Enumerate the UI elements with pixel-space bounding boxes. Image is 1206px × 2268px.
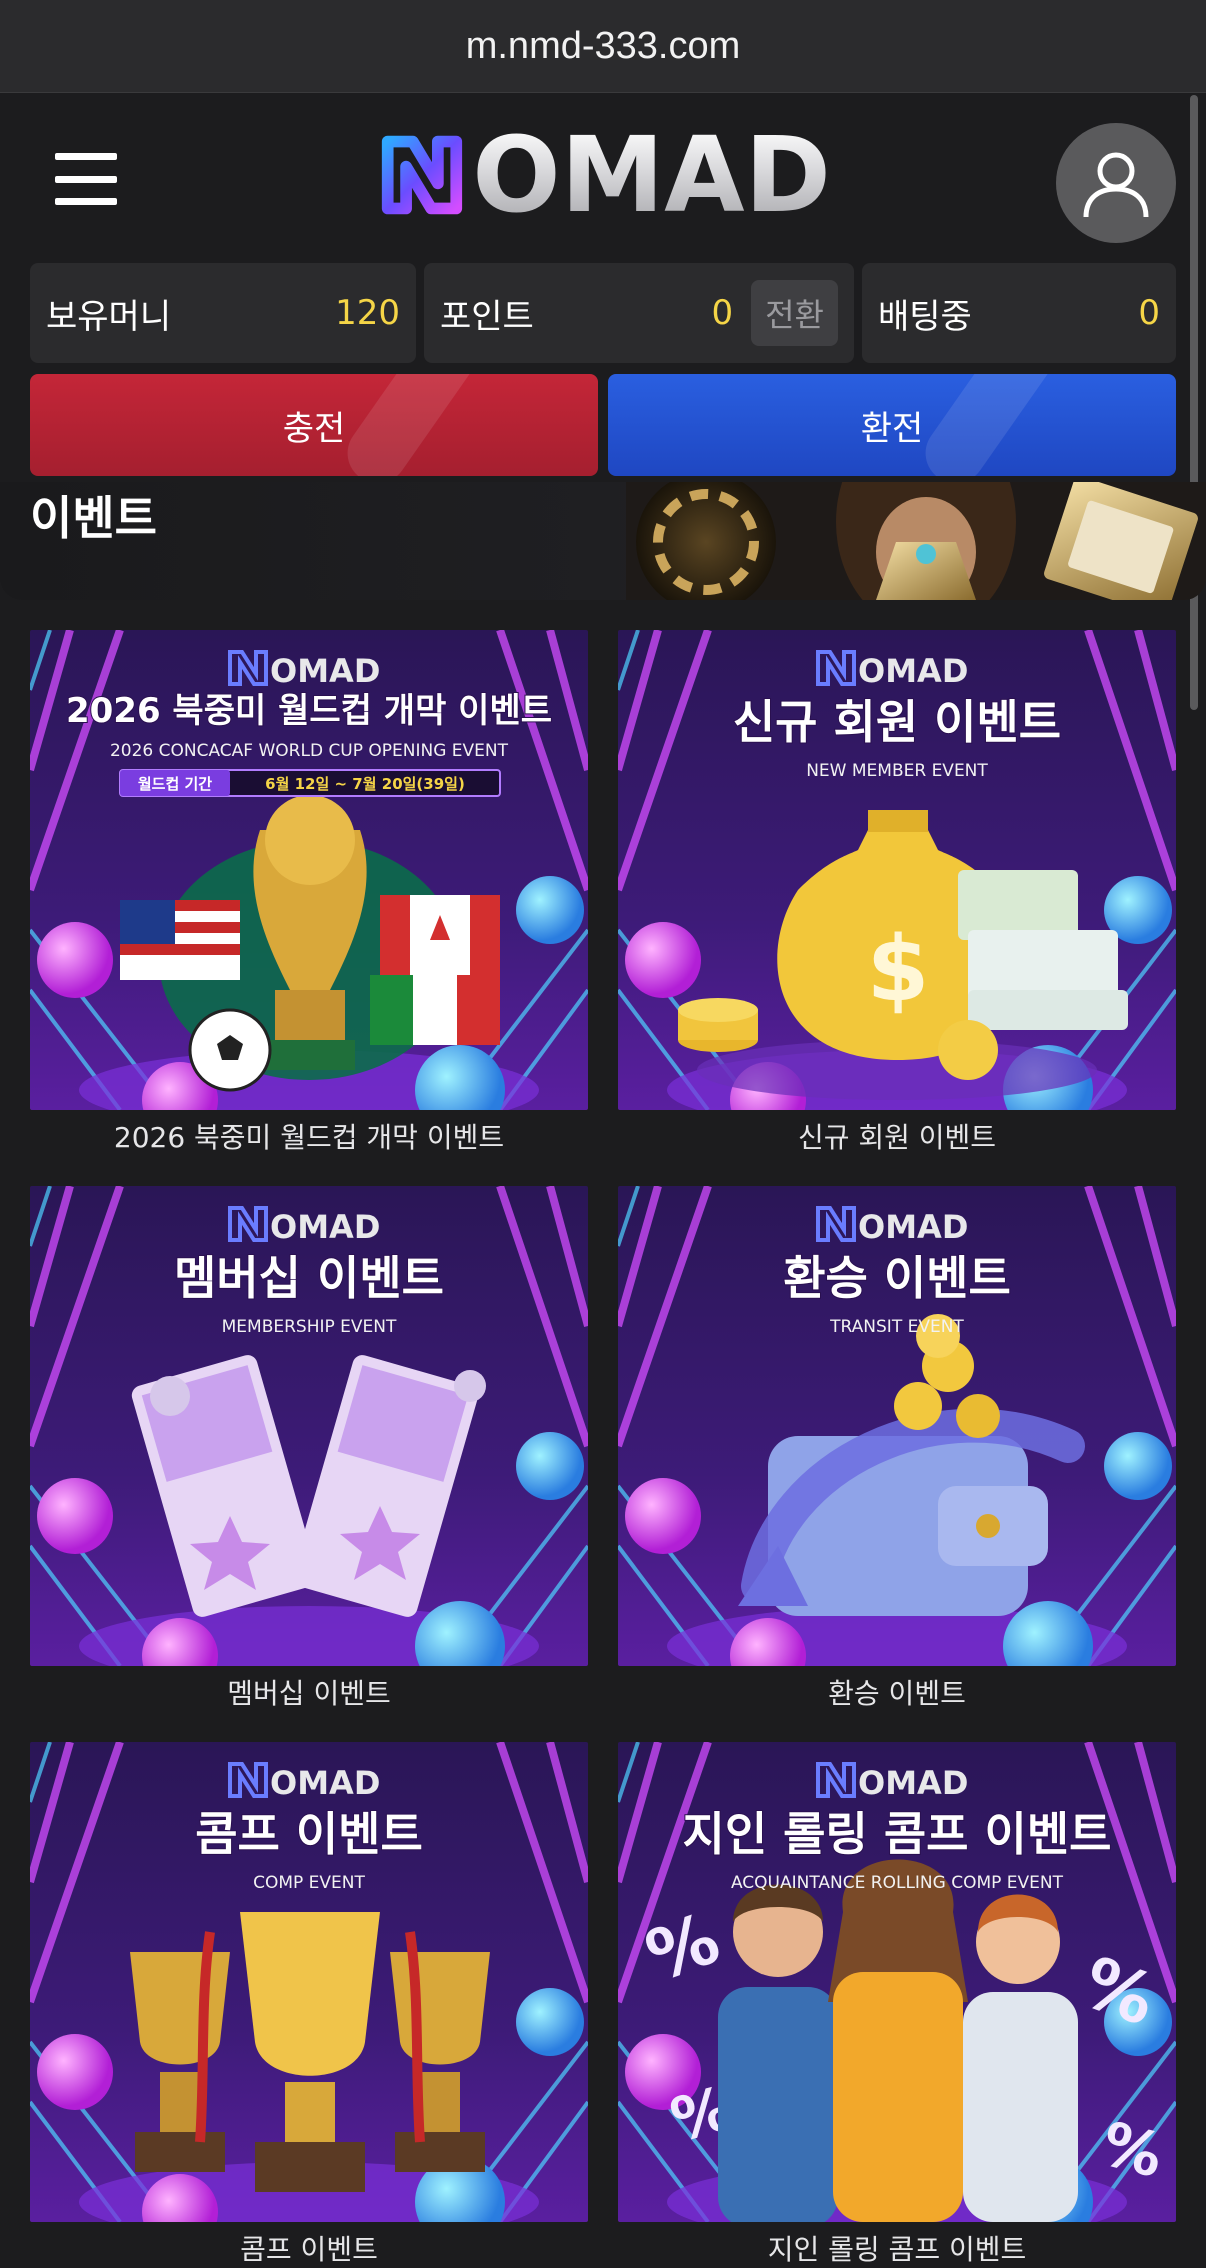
deposit-label: 충전: [282, 408, 346, 449]
event-banner-image[interactable]: OMAD 2026 북중미 월드컵 개막 이벤트 2026 CONCACAF W…: [30, 630, 588, 1110]
event-title: 환승 이벤트: [783, 1251, 1011, 1305]
event-subtitle: COMP EVENT: [253, 1873, 365, 1893]
event-period: 6월 12일 ~ 7월 20일(39일): [265, 775, 465, 793]
banner-casino-art: [626, 482, 1206, 600]
event-subtitle: MEMBERSHIP EVENT: [222, 1317, 397, 1337]
event-title: 2026 북중미 월드컵 개막 이벤트: [66, 691, 552, 731]
event-caption[interactable]: 지인 롤링 콤프 이벤트: [618, 2228, 1176, 2268]
logo-text: OMAD: [472, 114, 831, 236]
event-card[interactable]: $ OMAD 신규 회원 이벤트 NEW MEMBER EVENT 신규 회원 …: [618, 630, 1176, 1156]
wallet-actions: 충전 환전: [30, 374, 1176, 476]
event-subtitle: TRANSIT EVENT: [829, 1317, 964, 1337]
point-label: 포인트: [440, 296, 534, 337]
betting-value: 0: [1138, 293, 1160, 333]
point-value: 0: [711, 293, 734, 333]
site-header: OMAD: [0, 93, 1206, 263]
user-icon: [1083, 152, 1149, 218]
svg-text:OMAD: OMAD: [858, 1208, 968, 1246]
event-title: 콤프 이벤트: [195, 1807, 423, 1861]
svg-text:OMAD: OMAD: [858, 652, 968, 690]
event-card[interactable]: OMAD 환승 이벤트 TRANSIT EVENT 환승 이벤트: [618, 1186, 1176, 1712]
event-caption[interactable]: 신규 회원 이벤트: [618, 1116, 1176, 1156]
money-label: 보유머니: [46, 296, 172, 337]
svg-text:OMAD: OMAD: [270, 1764, 380, 1802]
point-balance: 포인트 0 전환: [424, 263, 854, 363]
url-text: m.nmd-333.com: [465, 24, 741, 67]
event-title: 지인 롤링 콤프 이벤트: [683, 1807, 1112, 1861]
event-banner-image[interactable]: OMAD 콤프 이벤트 COMP EVENT: [30, 1742, 588, 2222]
event-caption[interactable]: 2026 북중미 월드컵 개막 이벤트: [30, 1116, 588, 1156]
deposit-button[interactable]: 충전: [30, 374, 598, 476]
nomad-n-logo-icon: [381, 135, 463, 215]
menu-icon[interactable]: [55, 153, 117, 205]
event-caption[interactable]: 멤버십 이벤트: [30, 1672, 588, 1712]
event-caption[interactable]: 콤프 이벤트: [30, 2228, 588, 2268]
event-title: 멤버십 이벤트: [174, 1251, 444, 1305]
event-subtitle: 2026 CONCACAF WORLD CUP OPENING EVENT: [110, 741, 509, 761]
balance-bar: 보유머니 120 포인트 0 전환 배팅중 0: [30, 263, 1176, 363]
event-banner-image[interactable]: $ OMAD 신규 회원 이벤트 NEW MEMBER EVENT: [618, 630, 1176, 1110]
money-value: 120: [335, 293, 400, 333]
browser-url-bar[interactable]: m.nmd-333.com: [0, 0, 1206, 93]
event-subtitle: NEW MEMBER EVENT: [806, 761, 988, 781]
svg-text:$: $: [867, 917, 930, 1022]
svg-text:OMAD: OMAD: [270, 652, 380, 690]
event-card[interactable]: % % % % OMAD 지인 롤링 콤프 이벤트 ACQUAINTANCE R…: [618, 1742, 1176, 2268]
events-banner: 이벤트: [0, 482, 1206, 600]
event-card[interactable]: OMAD 2026 북중미 월드컵 개막 이벤트 2026 CONCACAF W…: [30, 630, 588, 1156]
page-scrollbar[interactable]: [1190, 95, 1198, 710]
svg-text:OMAD: OMAD: [270, 1208, 380, 1246]
svg-text:OMAD: OMAD: [858, 1764, 968, 1802]
event-title: 신규 회원 이벤트: [733, 695, 1061, 749]
event-card[interactable]: OMAD 콤프 이벤트 COMP EVENT 콤프 이벤트: [30, 1742, 588, 2268]
betting-balance: 배팅중 0: [862, 263, 1176, 363]
event-card[interactable]: OMAD 멤버십 이벤트 MEMBERSHIP EVENT 멤버십 이벤트: [30, 1186, 588, 1712]
event-caption[interactable]: 환승 이벤트: [618, 1672, 1176, 1712]
event-banner-image[interactable]: OMAD 환승 이벤트 TRANSIT EVENT: [618, 1186, 1176, 1666]
betting-label: 배팅중: [878, 296, 972, 337]
money-balance: 보유머니 120: [30, 263, 416, 363]
withdraw-label: 환전: [860, 408, 924, 449]
site-logo[interactable]: OMAD: [376, 114, 831, 236]
page-title: 이벤트: [30, 491, 157, 545]
convert-points-button[interactable]: 전환: [751, 280, 838, 346]
event-subtitle: ACQUAINTANCE ROLLING COMP EVENT: [731, 1873, 1064, 1893]
event-period-label: 월드컵 기간: [138, 775, 212, 793]
user-avatar-button[interactable]: [1056, 123, 1176, 243]
withdraw-button[interactable]: 환전: [608, 374, 1176, 476]
event-banner-image[interactable]: % % % % OMAD 지인 롤링 콤프 이벤트 ACQUAINTANCE R…: [618, 1742, 1176, 2222]
event-banner-image[interactable]: OMAD 멤버십 이벤트 MEMBERSHIP EVENT: [30, 1186, 588, 1666]
